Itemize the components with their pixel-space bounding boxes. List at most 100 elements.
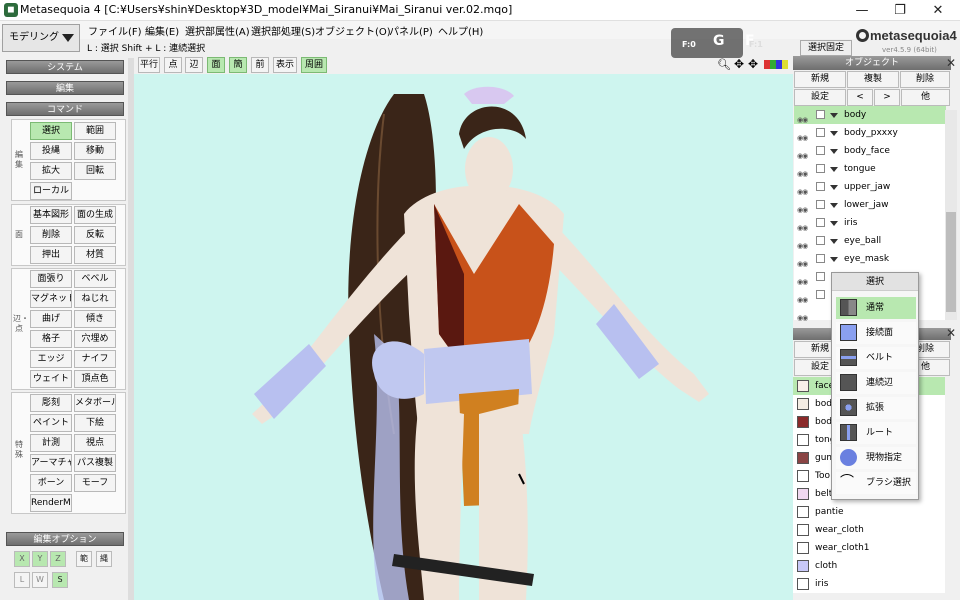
weight-button[interactable]: ウェイト (30, 370, 72, 388)
material-row[interactable]: iris (793, 575, 945, 593)
simple-view-button[interactable]: 簡 (229, 57, 247, 73)
invert-button[interactable]: 反転 (74, 226, 116, 244)
object-next-button[interactable]: > (874, 89, 900, 106)
select-expand-option[interactable]: 拡張 (836, 397, 916, 419)
select-current-option[interactable]: 現物指定 (836, 447, 916, 469)
edge-button[interactable]: エッジ (30, 350, 72, 368)
select-loop-option[interactable]: 連続辺 (836, 372, 916, 394)
expand-icon[interactable] (830, 149, 838, 154)
maximize-button[interactable]: ❐ (881, 0, 919, 21)
object-row[interactable]: ◉◉ body (794, 106, 946, 124)
material-swatch[interactable] (797, 416, 809, 428)
gizmo-g[interactable]: G (713, 33, 725, 49)
object-other-button[interactable]: 他 (901, 89, 950, 106)
front-view-button[interactable]: 前 (251, 57, 269, 73)
3d-viewport[interactable] (134, 74, 793, 600)
viewpoint-button[interactable]: 視点 (74, 434, 116, 452)
object-new-button[interactable]: 新規 (794, 71, 846, 88)
select-normal-option[interactable]: 通常 (836, 297, 916, 319)
magnet-button[interactable]: マグネット (30, 290, 72, 308)
menu-object[interactable]: オブジェクト(O) (315, 23, 391, 38)
fill-hole-button[interactable]: 穴埋め (74, 330, 116, 348)
screen-coord-toggle[interactable]: S (52, 572, 68, 588)
lattice-button[interactable]: 格子 (30, 330, 72, 348)
lasso-button[interactable]: 投縄 (30, 142, 72, 160)
face-fill-button[interactable]: 面張り (30, 270, 72, 288)
lock-x-toggle[interactable]: X (14, 551, 30, 567)
object-delete-button[interactable]: 削除 (900, 71, 950, 88)
pan-icon[interactable]: ✥ (734, 57, 744, 71)
edit-header[interactable]: 編集 (6, 81, 124, 95)
command-header[interactable]: コマンド (6, 102, 124, 116)
visibility-icon[interactable]: ◉◉ (797, 309, 808, 327)
material-swatch[interactable] (797, 578, 809, 590)
material-button[interactable]: 材質 (74, 246, 116, 264)
delete-button[interactable]: 削除 (30, 226, 72, 244)
material-swatch[interactable] (797, 452, 809, 464)
menu-file[interactable]: ファイル(F) (88, 23, 142, 38)
lock-checkbox[interactable] (816, 110, 825, 119)
material-swatch[interactable] (797, 542, 809, 554)
menu-help[interactable]: ヘルプ(H) (438, 23, 483, 38)
select-brush-option[interactable]: ⌒ ブラシ選択 (836, 472, 916, 494)
lock-y-toggle[interactable]: Y (32, 551, 48, 567)
menu-edit[interactable]: 編集(E) (145, 23, 179, 38)
material-row[interactable]: wear_cloth (793, 521, 945, 539)
extrude-button[interactable]: 押出 (30, 246, 72, 264)
lock-z-toggle[interactable]: Z (50, 551, 66, 567)
face-mode-button[interactable]: 面 (207, 57, 225, 73)
move-button[interactable]: 移動 (74, 142, 116, 160)
renderman-button[interactable]: RenderMan (30, 494, 72, 512)
object-row[interactable]: ◉◉ iris (794, 214, 946, 232)
material-swatch[interactable] (797, 380, 809, 392)
close-button[interactable]: ✕ (919, 0, 957, 21)
select-button[interactable]: 選択 (30, 122, 72, 140)
menu-panel[interactable]: パネル(P) (389, 23, 433, 38)
system-header[interactable]: システム (6, 60, 124, 74)
lock-checkbox[interactable] (816, 272, 825, 281)
bend-button[interactable]: 曲げ (30, 310, 72, 328)
armature-button[interactable]: アーマチャー (30, 454, 72, 472)
expand-icon[interactable] (830, 239, 838, 244)
mode-dropdown[interactable]: モデリング (2, 24, 80, 52)
material-swatch[interactable] (797, 398, 809, 410)
material-swatch[interactable] (797, 488, 809, 500)
material-row[interactable]: wear_cloth1 (793, 539, 945, 557)
material-swatch[interactable] (797, 560, 809, 572)
lock-checkbox[interactable] (816, 128, 825, 137)
expand-icon[interactable] (830, 221, 838, 226)
edge-mode-button[interactable]: 辺 (185, 57, 203, 73)
menu-selection-proc[interactable]: 選択部処理(S) (251, 23, 315, 38)
material-swatch[interactable] (797, 434, 809, 446)
path-clone-button[interactable]: パス複製 (74, 454, 116, 472)
expand-icon[interactable] (830, 203, 838, 208)
view-gizmo[interactable]: F:0 G F F:1 (671, 28, 763, 58)
object-row[interactable]: ◉◉ lower_jaw (794, 196, 946, 214)
bone-button[interactable]: ボーン (30, 474, 72, 492)
expand-icon[interactable] (830, 113, 838, 118)
material-row[interactable]: pantie (793, 503, 945, 521)
expand-icon[interactable] (830, 167, 838, 172)
measure-button[interactable]: 計測 (30, 434, 72, 452)
object-row[interactable]: ◉◉ body_pxxxy (794, 124, 946, 142)
world-coord-toggle[interactable]: W (32, 572, 48, 588)
lock-checkbox[interactable] (816, 146, 825, 155)
object-scrollbar-thumb[interactable] (946, 212, 956, 312)
close-icon[interactable]: ✕ (946, 56, 956, 70)
lock-checkbox[interactable] (816, 254, 825, 263)
underlay-button[interactable]: 下絵 (74, 414, 116, 432)
rotate-view-icon[interactable]: ✥ (748, 57, 758, 71)
scale-button[interactable]: 拡大 (30, 162, 72, 180)
rotate-button[interactable]: 回転 (74, 162, 116, 180)
bevel-button[interactable]: ベベル (74, 270, 116, 288)
material-swatch[interactable] (797, 470, 809, 482)
zoom-icon[interactable]: 🔍︎ (717, 58, 731, 71)
expand-icon[interactable] (830, 257, 838, 262)
lock-checkbox[interactable] (816, 182, 825, 191)
lasso-toggle[interactable]: 縄 (96, 551, 112, 567)
knife-button[interactable]: ナイフ (74, 350, 116, 368)
select-belt-option[interactable]: ベルト (836, 347, 916, 369)
lock-checkbox[interactable] (816, 200, 825, 209)
object-settings-button[interactable]: 設定 (794, 89, 846, 106)
surround-button[interactable]: 周囲 (301, 57, 327, 73)
